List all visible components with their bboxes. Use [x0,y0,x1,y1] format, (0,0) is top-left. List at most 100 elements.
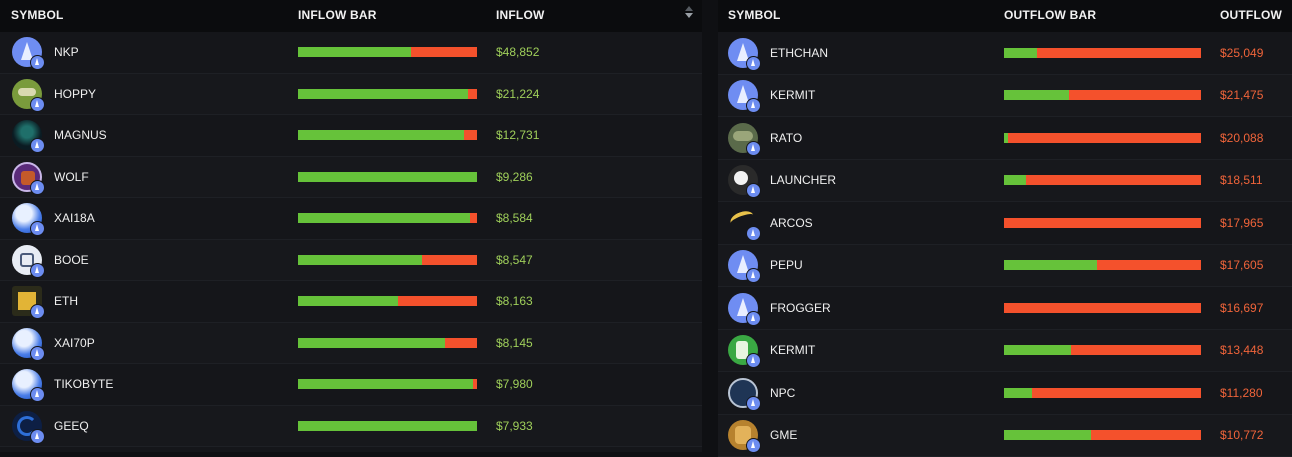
table-row[interactable]: WOLF$9,286 [0,157,702,199]
ethereum-icon [30,180,45,195]
column-header-outflow-bar[interactable]: OUTFLOW BAR [1004,8,1096,22]
token-symbol[interactable]: GME [770,428,797,442]
column-header-symbol[interactable]: SYMBOL [728,8,781,22]
table-row[interactable]: GEEQ$7,933 [0,406,702,448]
token-symbol[interactable]: NKP [54,45,79,59]
token-avatar [12,203,42,233]
table-row[interactable]: MAGNUS$12,731 [0,115,702,157]
token-symbol[interactable]: XAI70P [54,336,95,350]
ethereum-icon [30,263,45,278]
bar-fill-green [298,296,398,306]
outflow-value: $20,088 [1220,131,1263,145]
column-header-outflow[interactable]: OUTFLOW [1220,8,1282,22]
table-row[interactable]: HOPPY$21,224 [0,74,702,116]
bar-fill-green [1004,260,1097,270]
bar-fill-green [1004,90,1069,100]
outflow-bar [1004,48,1201,58]
outflow-bar [1004,90,1201,100]
table-row[interactable]: FROGGER $16,697 [718,287,1292,330]
ethereum-icon [746,438,761,453]
table-row[interactable]: PEPU$17,605 [718,245,1292,288]
ethereum-icon [746,98,761,113]
token-symbol[interactable]: TIKOBYTE [54,377,113,391]
token-symbol[interactable]: ARCOS [770,216,813,230]
bar-fill-green [1004,388,1032,398]
table-row[interactable]: LAUNCHER$18,511 [718,160,1292,203]
bar-fill-green [298,89,468,99]
token-symbol[interactable]: PEPU [770,258,803,272]
token-avatar [12,286,42,316]
ethereum-icon [746,268,761,283]
column-header-symbol[interactable]: SYMBOL [11,8,64,22]
table-row[interactable]: BOOE$8,547 [0,240,702,282]
token-symbol[interactable]: MAGNUS [54,128,107,142]
outflow-value: $25,049 [1220,46,1263,60]
token-symbol[interactable]: BOOE [54,253,89,267]
inflow-bar [298,172,477,182]
inflow-bar [298,47,477,57]
token-avatar [728,293,758,323]
ethereum-icon [746,141,761,156]
inflow-bar [298,255,477,265]
table-row[interactable]: XAI70P $8,145 [0,323,702,365]
table-row[interactable]: ARCOS$17,965 [718,202,1292,245]
token-symbol[interactable]: ETH [54,294,78,308]
outflow-value: $16,697 [1220,301,1263,315]
token-symbol[interactable]: KERMIT [770,343,815,357]
token-symbol[interactable]: NPC [770,386,795,400]
inflow-value: $48,852 [496,45,539,59]
inflow-rows: NKP$48,852HOPPY$21,224MAGNUS$12,731WOLF$… [0,32,702,447]
outflow-value: $10,772 [1220,428,1263,442]
token-avatar [728,420,758,450]
table-row[interactable]: ETH$8,163 [0,281,702,323]
token-symbol[interactable]: XAI18A [54,211,95,225]
table-row[interactable]: XAI18A$8,584 [0,198,702,240]
token-avatar [728,165,758,195]
ethereum-icon [30,304,45,319]
table-row[interactable]: NKP $48,852 [0,32,702,74]
ethereum-icon [746,353,761,368]
outflow-value: $21,475 [1220,88,1263,102]
inflow-bar [298,379,477,389]
token-symbol[interactable]: ETHCHAN [770,46,828,60]
ethereum-icon [746,226,761,241]
token-avatar [728,123,758,153]
outflow-value: $13,448 [1220,343,1263,357]
table-row[interactable]: ETHCHAN $25,049 [718,32,1292,75]
ethereum-icon [746,311,761,326]
outflow-table: SYMBOL OUTFLOW BAR OUTFLOW ETHCHAN $25,04… [718,0,1292,452]
bar-fill-green [1004,430,1091,440]
table-row[interactable]: RATO $20,088 [718,117,1292,160]
outflow-bar [1004,260,1201,270]
table-row[interactable]: GME $10,772 [718,415,1292,457]
inflow-bar [298,338,477,348]
token-symbol[interactable]: WOLF [54,170,89,184]
table-row[interactable]: TIKOBYTE$7,980 [0,364,702,406]
sort-arrows-icon[interactable] [685,6,693,22]
token-avatar [12,37,42,67]
token-avatar [728,250,758,280]
table-row[interactable]: KERMIT $13,448 [718,330,1292,373]
column-header-inflow-bar[interactable]: INFLOW BAR [298,8,377,22]
table-row[interactable]: NPC $11,280 [718,372,1292,415]
inflow-value: $8,145 [496,336,533,350]
token-symbol[interactable]: GEEQ [54,419,89,433]
token-avatar [728,38,758,68]
outflow-bar [1004,345,1201,355]
token-symbol[interactable]: LAUNCHER [770,173,836,187]
token-avatar [728,378,758,408]
token-symbol[interactable]: FROGGER [770,301,831,315]
bar-fill-green [1004,345,1071,355]
ethereum-icon [746,396,761,411]
bar-fill-green [298,172,477,182]
token-symbol[interactable]: HOPPY [54,87,96,101]
token-symbol[interactable]: KERMIT [770,88,815,102]
table-row[interactable]: KERMIT $21,475 [718,75,1292,118]
column-header-inflow[interactable]: INFLOW [496,8,545,22]
outflow-value: $11,280 [1220,386,1263,400]
token-avatar [728,208,758,238]
token-symbol[interactable]: RATO [770,131,802,145]
bar-fill-green [298,255,422,265]
bar-fill-green [298,421,477,431]
ethereum-icon [30,221,45,236]
